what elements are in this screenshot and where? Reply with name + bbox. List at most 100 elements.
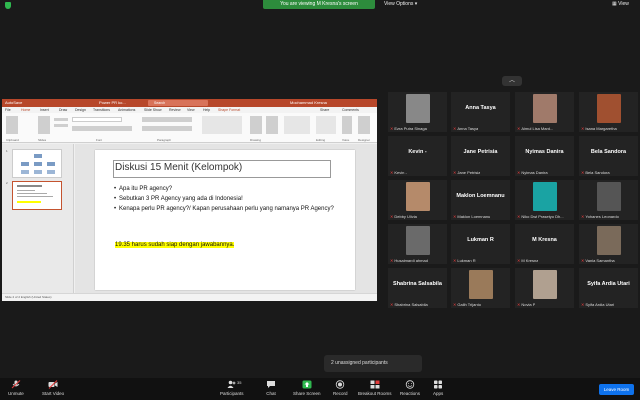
leave-room-button[interactable]: Leave Room [599, 384, 634, 395]
text-slide-thumb [17, 185, 53, 203]
dictate-icon[interactable] [342, 116, 352, 134]
participant-tile[interactable]: ✕Niko Dwi Prasetyo Dh... [515, 180, 574, 220]
participant-tile[interactable]: M Kresna ✕M Kresna [515, 224, 574, 264]
share-screen-button[interactable]: Share Screen [293, 380, 321, 396]
participant-tile[interactable]: ✕Ezra Putra Sinaga [388, 92, 447, 132]
mic-muted-icon: ✕ [581, 126, 585, 131]
autosave-label: AutoSave [5, 100, 23, 105]
participant-display-name: Maklon Loemnanu [456, 193, 505, 199]
ppt-ribbon: Clipboard Slides Font Paragraph Drawing … [2, 113, 377, 143]
ppt-search[interactable]: Search [148, 100, 208, 106]
mic-muted-icon: ✕ [453, 258, 457, 263]
participant-tile[interactable]: Lukman R ✕Lukman R [451, 224, 510, 264]
participant-video [532, 182, 557, 211]
participant-tile[interactable]: ✕Yohanes Leonardo [579, 180, 638, 220]
participant-name: Husaimardi ahmad [394, 258, 428, 263]
start-video-button[interactable]: Start Video [42, 380, 64, 396]
participants-count: 35 [237, 380, 242, 385]
participant-name: Galih Trijanto [457, 302, 481, 307]
participant-display-name: Bela Sandora [590, 149, 627, 155]
gallery-up-button[interactable]: ︿ [502, 76, 522, 86]
reset-icon[interactable] [54, 124, 68, 127]
participant-name: Isana Margaretha [585, 126, 617, 131]
record-button[interactable]: Record [333, 380, 348, 396]
arrange-icon[interactable] [250, 116, 262, 134]
participant-video [596, 182, 621, 211]
participant-name: Yohanes Leonardo [585, 214, 619, 219]
participant-tile[interactable]: ✕Galih Trijanto [451, 268, 510, 308]
viewing-banner: You are viewing M Kresna's screen [263, 0, 375, 9]
view-label: View [618, 1, 629, 7]
participants-button[interactable]: Participants 35 [220, 380, 244, 396]
org-chart-thumb [21, 154, 55, 174]
participant-tile[interactable]: Nyimas Danira ✕Nyimas Danira [515, 136, 574, 176]
list-icons[interactable] [142, 117, 192, 122]
participant-name: Lukman R [457, 258, 476, 263]
shield-icon[interactable] [5, 2, 11, 9]
participant-name-label: ✕Bela Sandora [581, 170, 610, 175]
reactions-button[interactable]: Reactions [400, 380, 420, 396]
participant-tile[interactable]: Syifa Ardia Utari ✕Syifa Ardia Utari [579, 268, 638, 308]
designer-icon[interactable] [358, 116, 370, 134]
participant-tile[interactable]: ✕Husaimardi ahmad [388, 224, 447, 264]
participant-name-label: ✕Kevin - [390, 170, 407, 175]
participant-name: Ezra Putra Sinaga [394, 126, 427, 131]
font-format-icons[interactable] [72, 126, 132, 131]
find-replace-icon[interactable] [316, 116, 336, 134]
participant-tile[interactable]: ✕Vania Samantha [579, 224, 638, 264]
participant-display-name: Syifa Ardia Utari [587, 281, 630, 287]
participant-name: Vania Samantha [585, 258, 615, 263]
participant-tile[interactable]: ✕Isana Margaretha [579, 92, 638, 132]
participant-tile[interactable]: Kevin - ✕Kevin - [388, 136, 447, 176]
font-select[interactable] [72, 117, 122, 122]
participant-display-name: Kevin - [408, 149, 427, 155]
participant-tile[interactable]: Maklon Loemnanu ✕Maklon Loemnanu [451, 180, 510, 220]
participant-display-name: Shabrina Salsabila [393, 281, 442, 287]
participant-tile[interactable]: ✕Debby Ulivia [388, 180, 447, 220]
breakout-rooms-button[interactable]: Breakout Rooms [358, 380, 392, 396]
shape-fill-icon[interactable] [284, 116, 310, 134]
shapes-icon[interactable] [202, 116, 242, 134]
mic-muted-icon: ✕ [581, 302, 585, 307]
participant-tile[interactable]: Bela Sandora ✕Bela Sandora [579, 136, 638, 176]
unmute-button[interactable]: Unmute [8, 380, 24, 396]
chat-button[interactable]: Chat [266, 380, 276, 396]
search-label: Search [154, 101, 166, 105]
mic-muted-icon: ✕ [517, 258, 521, 263]
ribbon-group-label: Drawing [250, 138, 262, 142]
chevron-up-icon: ︿ [508, 78, 515, 84]
unassigned-participants[interactable]: 2 unassigned participants [324, 355, 422, 372]
chat-icon [267, 381, 275, 388]
participant-name: Shabrina Salsabila [394, 302, 428, 307]
participant-video [405, 94, 430, 123]
participant-name-label: ✕Syifa Ardia Utari [581, 302, 614, 307]
slide-thumb-1[interactable] [12, 149, 62, 178]
slide-thumb-2[interactable] [12, 181, 62, 210]
start-video-label: Start Video [42, 391, 65, 396]
participant-gallery: Rizky shophianto✕Rizky shophianto✕Achmad… [388, 92, 640, 312]
view-button[interactable]: ▦ View [612, 1, 629, 7]
participant-tile[interactable]: ✕Aimul Lisa Mard... [515, 92, 574, 132]
view-options-button[interactable]: View Options ▾ [384, 1, 417, 7]
current-slide[interactable]: Diskusi 15 Menit (Kelompok) Apa itu PR a… [95, 150, 355, 290]
mic-muted-icon: ✕ [390, 214, 394, 219]
new-slide-icon[interactable] [38, 116, 50, 134]
participant-tile[interactable]: ✕Novia P [515, 268, 574, 308]
paste-icon[interactable] [6, 116, 18, 134]
mic-muted-icon: ✕ [517, 126, 521, 131]
participant-tile[interactable]: Anna Tasya ✕Anna Tasya [451, 92, 510, 132]
highlighted-note: 19.35 harus sudah siap dengan jawabannya… [115, 242, 235, 248]
participant-name-label: ✕Nyimas Danira [517, 170, 548, 175]
participant-name-label: ✕Vania Samantha [581, 258, 615, 263]
participant-video [468, 270, 493, 299]
participant-name-label: ✕Isana Margaretha [581, 126, 617, 131]
mic-muted-icon: ✕ [390, 302, 394, 307]
align-icons[interactable] [142, 126, 192, 131]
apps-button[interactable]: Apps [433, 380, 443, 396]
mic-muted-icon: ✕ [453, 170, 457, 175]
layout-icon[interactable] [54, 118, 68, 121]
chat-label: Chat [266, 391, 276, 396]
quick-styles-icon[interactable] [266, 116, 278, 134]
participant-tile[interactable]: Shabrina Salsabila ✕Shabrina Salsabila [388, 268, 447, 308]
participant-tile[interactable]: Jane Petrisia ✕Jane Petrisia [451, 136, 510, 176]
